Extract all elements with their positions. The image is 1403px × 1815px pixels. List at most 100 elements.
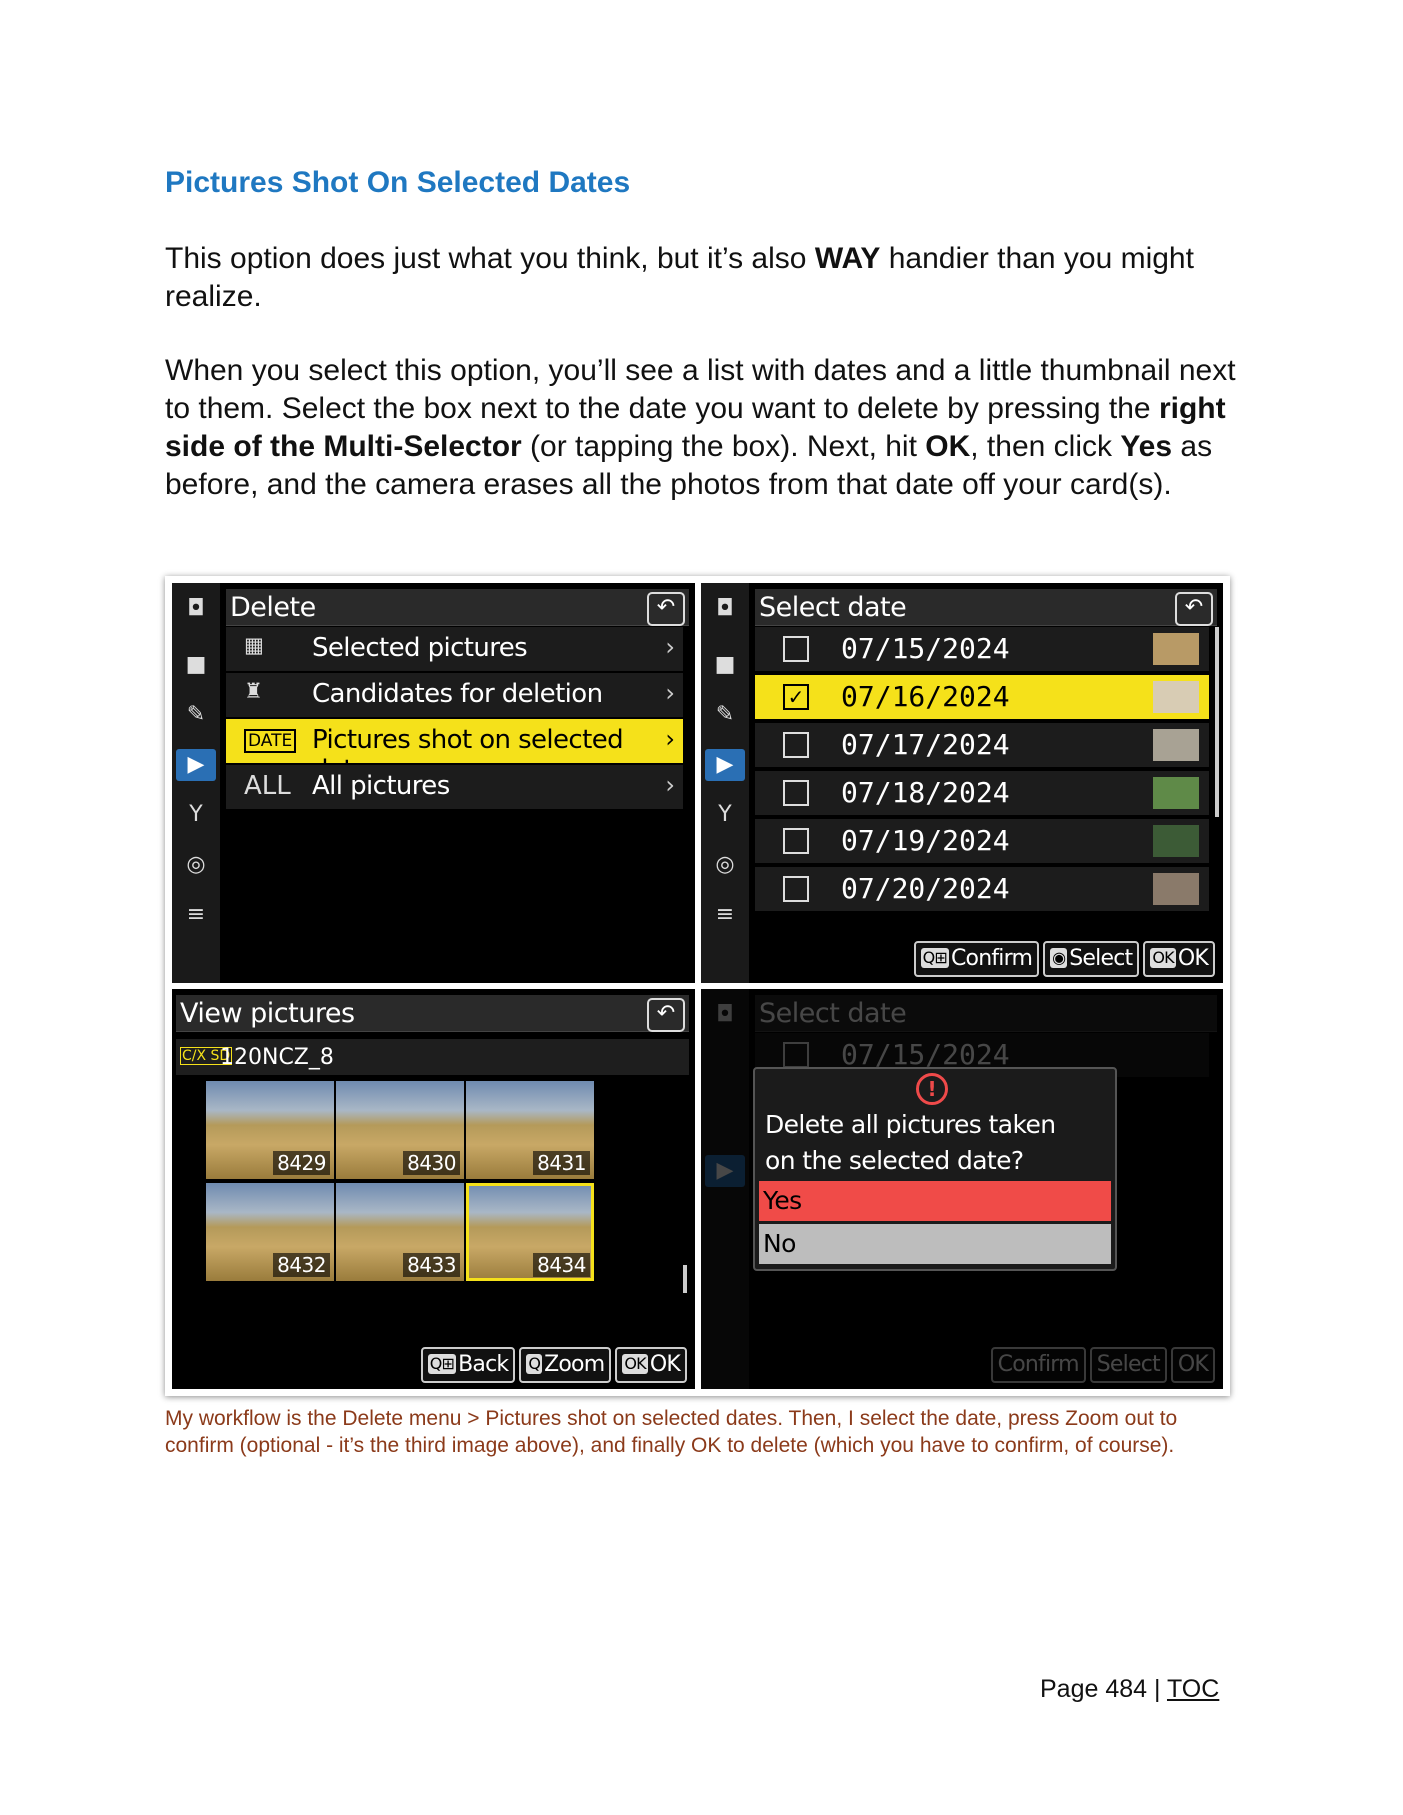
ok-key-icon: OK: [1150, 948, 1176, 968]
wrench-icon[interactable]: Y: [180, 799, 212, 831]
back-icon[interactable]: ↶: [647, 998, 685, 1032]
menu-item-all-pictures[interactable]: ALL All pictures ›: [226, 765, 683, 811]
select-date-screen: ◘ ■ ✎ ▶ Y ◎ ≡ Select date ↶ 07/15/2024 ✓…: [701, 583, 1223, 983]
date-label: 07/20/2024: [841, 872, 1010, 905]
date-row[interactable]: 07/18/2024: [755, 771, 1209, 817]
grid-icon: ▦: [244, 633, 264, 657]
select-button[interactable]: ◉ Select: [1043, 941, 1140, 977]
back-icon[interactable]: ↶: [647, 592, 685, 626]
page-footer: Page 484 | TOC: [1040, 1675, 1219, 1704]
ok-button[interactable]: OK OK: [615, 1347, 687, 1383]
button-label: Select: [1069, 946, 1133, 971]
button-label: Confirm: [950, 946, 1033, 971]
ok-button[interactable]: OK OK: [1143, 941, 1215, 977]
chevron-right-icon: ›: [665, 633, 675, 661]
picture-thumbnail[interactable]: 8432: [206, 1183, 334, 1281]
view-title: View pictures: [180, 998, 355, 1029]
back-icon[interactable]: ↶: [1175, 592, 1213, 626]
date-thumbnail: [1153, 729, 1199, 761]
picture-thumbnail-selected[interactable]: 8434: [466, 1183, 594, 1281]
back-button[interactable]: Q⊞ Back: [420, 1347, 516, 1383]
picture-number: 8430: [403, 1151, 460, 1175]
my-menu-icon[interactable]: ≡: [709, 899, 741, 931]
picture-thumbnail[interactable]: 8429: [206, 1081, 334, 1179]
playback-icon[interactable]: ▶: [705, 749, 745, 781]
button-label: Zoom: [544, 1352, 605, 1377]
pencil-icon[interactable]: ✎: [180, 699, 212, 731]
menu-item-selected-dates[interactable]: DATE Pictures shot on selected dates ›: [226, 719, 683, 785]
yes-option[interactable]: Yes: [759, 1181, 1111, 1221]
menu-title-bar: Select date: [755, 995, 1217, 1032]
scrollbar[interactable]: [1215, 627, 1219, 817]
date-label: 07/17/2024: [841, 728, 1010, 761]
date-thumbnail: [1153, 825, 1199, 857]
chevron-right-icon: ›: [665, 725, 675, 753]
network-icon[interactable]: ◎: [709, 849, 741, 881]
menu-item-label: Candidates for deletion: [312, 679, 603, 709]
bold-text: WAY: [814, 242, 881, 275]
date-label: 07/15/2024: [841, 632, 1010, 665]
view-title-bar: View pictures ↶: [176, 995, 689, 1032]
confirm-button: Confirm: [990, 1347, 1086, 1383]
confirm-dialog: ! Delete all pictures taken on the selec…: [753, 1067, 1117, 1271]
text: , then click: [970, 430, 1121, 463]
text: (or tapping the box). Next, hit: [521, 430, 926, 463]
no-option[interactable]: No: [759, 1224, 1111, 1264]
toc-link[interactable]: TOC: [1167, 1675, 1219, 1703]
confirm-button[interactable]: Q⊞ Confirm: [913, 941, 1040, 977]
menu-item-candidates[interactable]: ♜ Candidates for deletion ›: [226, 673, 683, 719]
my-menu-icon[interactable]: ≡: [180, 899, 212, 931]
date-row[interactable]: 07/20/2024: [755, 867, 1209, 913]
date-row[interactable]: 07/17/2024: [755, 723, 1209, 769]
checkbox-checked[interactable]: ✓: [783, 684, 809, 710]
button-label: Select: [1096, 1352, 1161, 1377]
figure-caption: My workflow is the Delete menu > Picture…: [165, 1407, 1178, 1457]
menu-title: Delete: [230, 592, 316, 623]
movie-icon[interactable]: ■: [709, 649, 741, 681]
zoom-button[interactable]: Q Zoom: [519, 1347, 612, 1383]
pencil-icon[interactable]: ✎: [709, 699, 741, 731]
camera-icon[interactable]: ◘: [180, 593, 212, 625]
menu-title: Select date: [759, 998, 907, 1029]
chevron-right-icon: ›: [665, 679, 675, 707]
button-label: Confirm: [997, 1352, 1080, 1377]
date-row[interactable]: 07/19/2024: [755, 819, 1209, 865]
date-icon: DATE: [244, 729, 297, 753]
checkbox[interactable]: [783, 732, 809, 758]
section-heading: Pictures Shot On Selected Dates: [165, 166, 631, 199]
checkbox[interactable]: [783, 636, 809, 662]
playback-icon[interactable]: ▶: [176, 749, 216, 781]
menu-item-selected-pictures[interactable]: ▦ Selected pictures ›: [226, 627, 683, 673]
scrollbar[interactable]: [683, 1265, 687, 1293]
camera-icon[interactable]: ◘: [709, 593, 741, 625]
camera-icon: ◘: [716, 1002, 734, 1027]
checkbox[interactable]: [783, 876, 809, 902]
menu-item-label: All pictures: [312, 771, 450, 801]
zoom-out-icon: Q⊞: [427, 1354, 457, 1374]
checkbox[interactable]: [783, 780, 809, 806]
paragraph-instructions: When you select this option, you’ll see …: [165, 352, 1245, 504]
picture-thumbnail[interactable]: 8431: [466, 1081, 594, 1179]
checkbox[interactable]: [783, 828, 809, 854]
menu-tab-bar: ◘ ■ ✎ ▶ Y ◎ ≡: [701, 583, 749, 983]
button-label: Back: [458, 1352, 509, 1377]
picture-thumbnail[interactable]: 8433: [336, 1183, 464, 1281]
folder-bar: C/X SD 120NCZ_8: [176, 1039, 689, 1075]
chevron-right-icon: ›: [665, 771, 675, 799]
menu-title-bar: Select date ↶: [755, 589, 1217, 626]
date-thumbnail: [1153, 873, 1199, 905]
picture-number: 8432: [273, 1253, 330, 1277]
wrench-icon[interactable]: Y: [709, 799, 741, 831]
date-row-selected[interactable]: ✓ 07/16/2024: [755, 675, 1209, 721]
date-row[interactable]: 07/15/2024: [755, 627, 1209, 673]
network-icon[interactable]: ◎: [180, 849, 212, 881]
date-thumbnail: [1153, 777, 1199, 809]
bold-text: OK: [925, 430, 971, 463]
picture-number: 8434: [533, 1253, 590, 1277]
movie-icon[interactable]: ■: [180, 649, 212, 681]
select-button: Select: [1089, 1347, 1167, 1383]
ok-key-icon: OK: [622, 1354, 648, 1374]
page-number: Page 484 |: [1040, 1675, 1167, 1703]
view-pictures-screen: View pictures ↶ C/X SD 120NCZ_8 8429 843…: [172, 989, 695, 1389]
picture-thumbnail[interactable]: 8430: [336, 1081, 464, 1179]
